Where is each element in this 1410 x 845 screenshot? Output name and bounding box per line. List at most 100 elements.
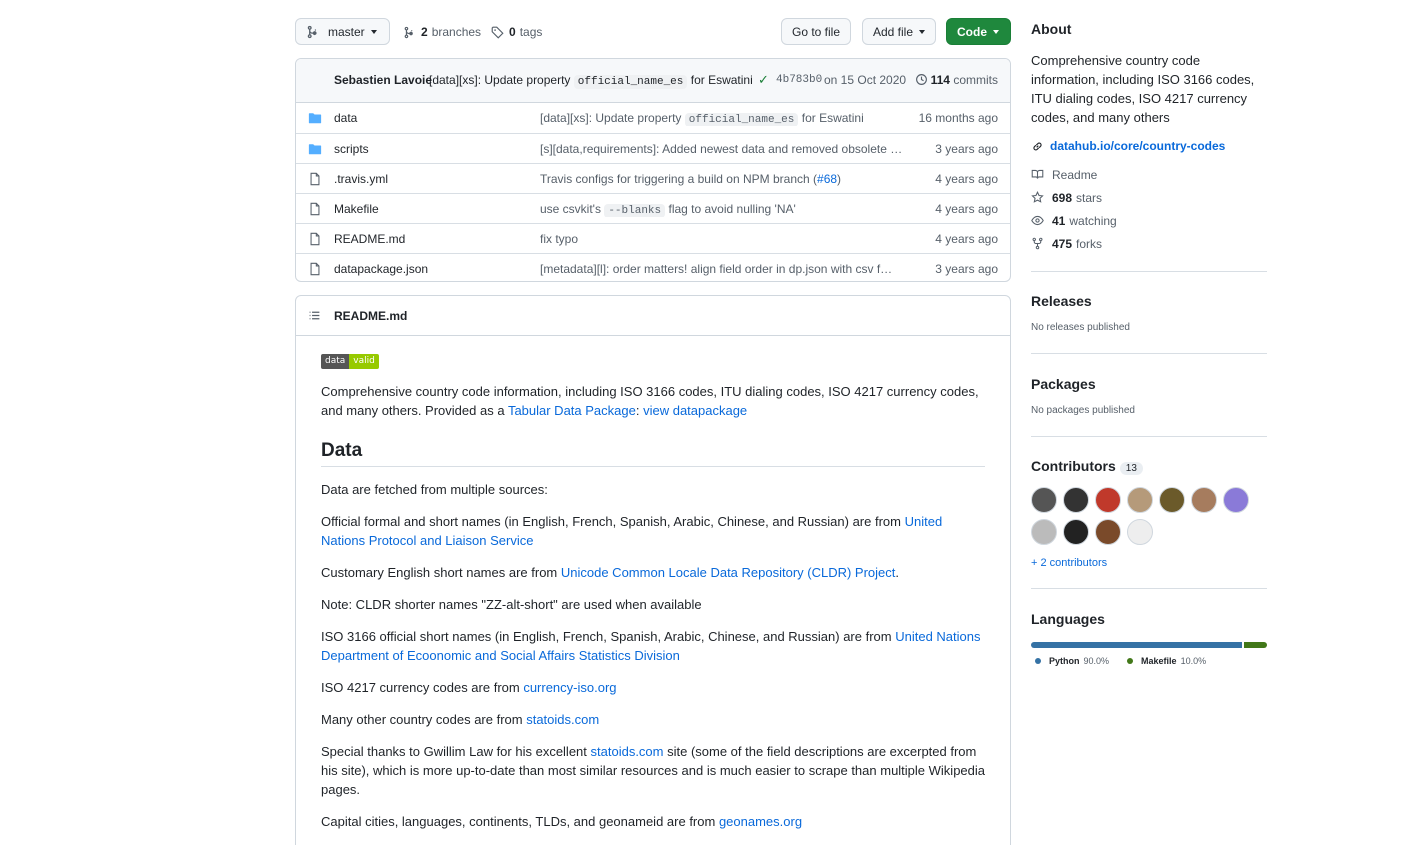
code-button[interactable]: Code (946, 18, 1011, 45)
book-icon (1031, 169, 1044, 179)
watching-label: watching (1069, 213, 1117, 228)
avatar[interactable] (1031, 519, 1057, 545)
readme-p5: ISO 3166 official short names (in Englis… (321, 627, 985, 665)
branches-link[interactable]: 2 branches (403, 18, 481, 46)
readme-title[interactable]: README.md (334, 309, 407, 323)
file-commit-message[interactable]: [s][data,requirements]: Added newest dat… (540, 142, 908, 156)
tabular-data-package-link[interactable]: Tabular Data Package (508, 403, 636, 418)
p3-text: Customary English short names are from (321, 565, 561, 580)
list-icon[interactable] (308, 309, 321, 322)
add-file-button[interactable]: Add file (862, 18, 937, 45)
folder-icon (308, 113, 322, 124)
avatar[interactable] (1063, 487, 1089, 513)
file-commit-message[interactable]: use csvkit's --blanks flag to avoid null… (540, 202, 908, 217)
commit-message-code: official_name_es (573, 75, 688, 89)
file-name[interactable]: datapackage.json (334, 262, 428, 276)
issue-link[interactable]: #68 (817, 172, 837, 186)
branch-select-button[interactable]: master (295, 18, 390, 45)
p2-text: Official formal and short names (in Engl… (321, 514, 905, 529)
file-commit-message[interactable]: [data][xs]: Update property official_nam… (540, 111, 908, 126)
divider (1031, 588, 1267, 589)
file-row[interactable]: data [data][xs]: Update property official… (296, 103, 1010, 133)
file-row[interactable]: README.md fix typo 4 years ago (296, 223, 1010, 253)
go-to-file-button[interactable]: Go to file (781, 18, 852, 45)
commit-author[interactable]: Sebastien Lavoie (334, 73, 432, 87)
more-contributors-link[interactable]: + 2 contributors (1031, 557, 1267, 569)
file-row[interactable]: datapackage.json [metadata][l]: order mat… (296, 253, 1010, 281)
file-commit-text: [data][xs]: Update property (540, 111, 682, 125)
file-row[interactable]: Makefile use csvkit's --blanks flag to av… (296, 193, 1010, 223)
readme-content: data valid Comprehensive country code inf… (296, 336, 1010, 831)
contributors-count: 13 (1119, 462, 1143, 475)
branches-count: 2 (421, 25, 428, 39)
languages-heading: Languages (1031, 611, 1105, 627)
language-legend: Python 90.0% Makefile 10.0% (1031, 656, 1267, 666)
file-name[interactable]: README.md (334, 232, 405, 246)
tag-icon (491, 26, 504, 39)
commits-link[interactable]: 114 commits (915, 73, 998, 87)
forks-link[interactable]: 475 forks (1031, 232, 1267, 255)
commit-message[interactable]: [data][xs]: Update property official_nam… (429, 73, 753, 89)
geonames-link[interactable]: geonames.org (719, 814, 802, 829)
readme-p1: Data are fetched from multiple sources: (321, 482, 548, 497)
view-datapackage-link[interactable]: view datapackage (643, 403, 747, 418)
statoids-link[interactable]: statoids.com (526, 712, 599, 727)
avatar[interactable] (1191, 487, 1217, 513)
file-name[interactable]: data (334, 111, 357, 125)
commits-label: commits (953, 73, 998, 87)
file-commit-message[interactable]: [metadata][l]: order matters! align fiel… (540, 262, 908, 276)
watching-count: 41 (1052, 213, 1066, 228)
watching-link[interactable]: 41 watching (1031, 209, 1267, 232)
homepage-link[interactable]: datahub.io/core/country-codes (1031, 139, 1267, 153)
cldr-link[interactable]: Unicode Common Locale Data Repository (C… (561, 565, 896, 580)
stars-link[interactable]: 698 stars (1031, 186, 1267, 209)
file-row[interactable]: .travis.yml Travis configs for triggering… (296, 163, 1010, 193)
language-bar (1031, 642, 1267, 648)
language-item[interactable]: Makefile 10.0% (1127, 656, 1206, 666)
p3-end: . (895, 565, 900, 580)
avatar[interactable] (1031, 487, 1057, 513)
file-name[interactable]: Makefile (334, 202, 379, 216)
commits-count: 114 (930, 73, 950, 87)
readme-p7: Many other country codes are from statoi… (321, 710, 985, 729)
file-commit-text: use csvkit's (540, 202, 601, 216)
homepage-url: datahub.io/core/country-codes (1050, 139, 1226, 153)
file-commit-code: --blanks (604, 204, 666, 217)
file-age: 4 years ago (935, 232, 998, 246)
file-row[interactable]: scripts [s][data,requirements]: Added new… (296, 133, 1010, 163)
avatar[interactable] (1223, 487, 1249, 513)
file-commit-suffix: flag to avoid nulling 'NA' (668, 202, 796, 216)
stars-count: 698 (1052, 190, 1073, 205)
avatar[interactable] (1095, 487, 1121, 513)
commit-sha[interactable]: 4b783b0 (776, 74, 822, 86)
file-icon (310, 172, 320, 186)
language-dot (1035, 658, 1041, 664)
avatar[interactable] (1127, 519, 1153, 545)
file-name[interactable]: scripts (334, 142, 369, 156)
file-age: 16 months ago (918, 111, 998, 125)
releases-heading[interactable]: Releases (1031, 293, 1267, 309)
fork-icon (1032, 237, 1043, 250)
contributors-heading[interactable]: Contributors 13 (1031, 458, 1267, 475)
currency-iso-link[interactable]: currency-iso.org (523, 680, 616, 695)
branch-name: master (328, 24, 365, 39)
packages-heading[interactable]: Packages (1031, 376, 1267, 392)
avatar[interactable] (1127, 487, 1153, 513)
check-icon[interactable]: ✓ (758, 72, 769, 88)
avatar[interactable] (1095, 519, 1121, 545)
statoids-link-2[interactable]: statoids.com (591, 744, 664, 759)
file-name[interactable]: .travis.yml (334, 172, 388, 186)
readme-link[interactable]: Readme (1031, 163, 1267, 186)
divider (1031, 436, 1267, 437)
eye-icon (1031, 215, 1044, 226)
badge-right: valid (349, 354, 379, 369)
file-commit-message[interactable]: Travis configs for triggering a build on… (540, 172, 908, 186)
avatar[interactable] (1063, 519, 1089, 545)
file-commit-message[interactable]: fix typo (540, 232, 908, 246)
tags-link[interactable]: 0 tags (491, 18, 542, 46)
file-age: 4 years ago (935, 202, 998, 216)
language-name: Makefile (1141, 656, 1177, 666)
avatar[interactable] (1159, 487, 1185, 513)
language-item[interactable]: Python 90.0% (1035, 656, 1109, 666)
data-valid-badge[interactable]: data valid (321, 354, 379, 369)
